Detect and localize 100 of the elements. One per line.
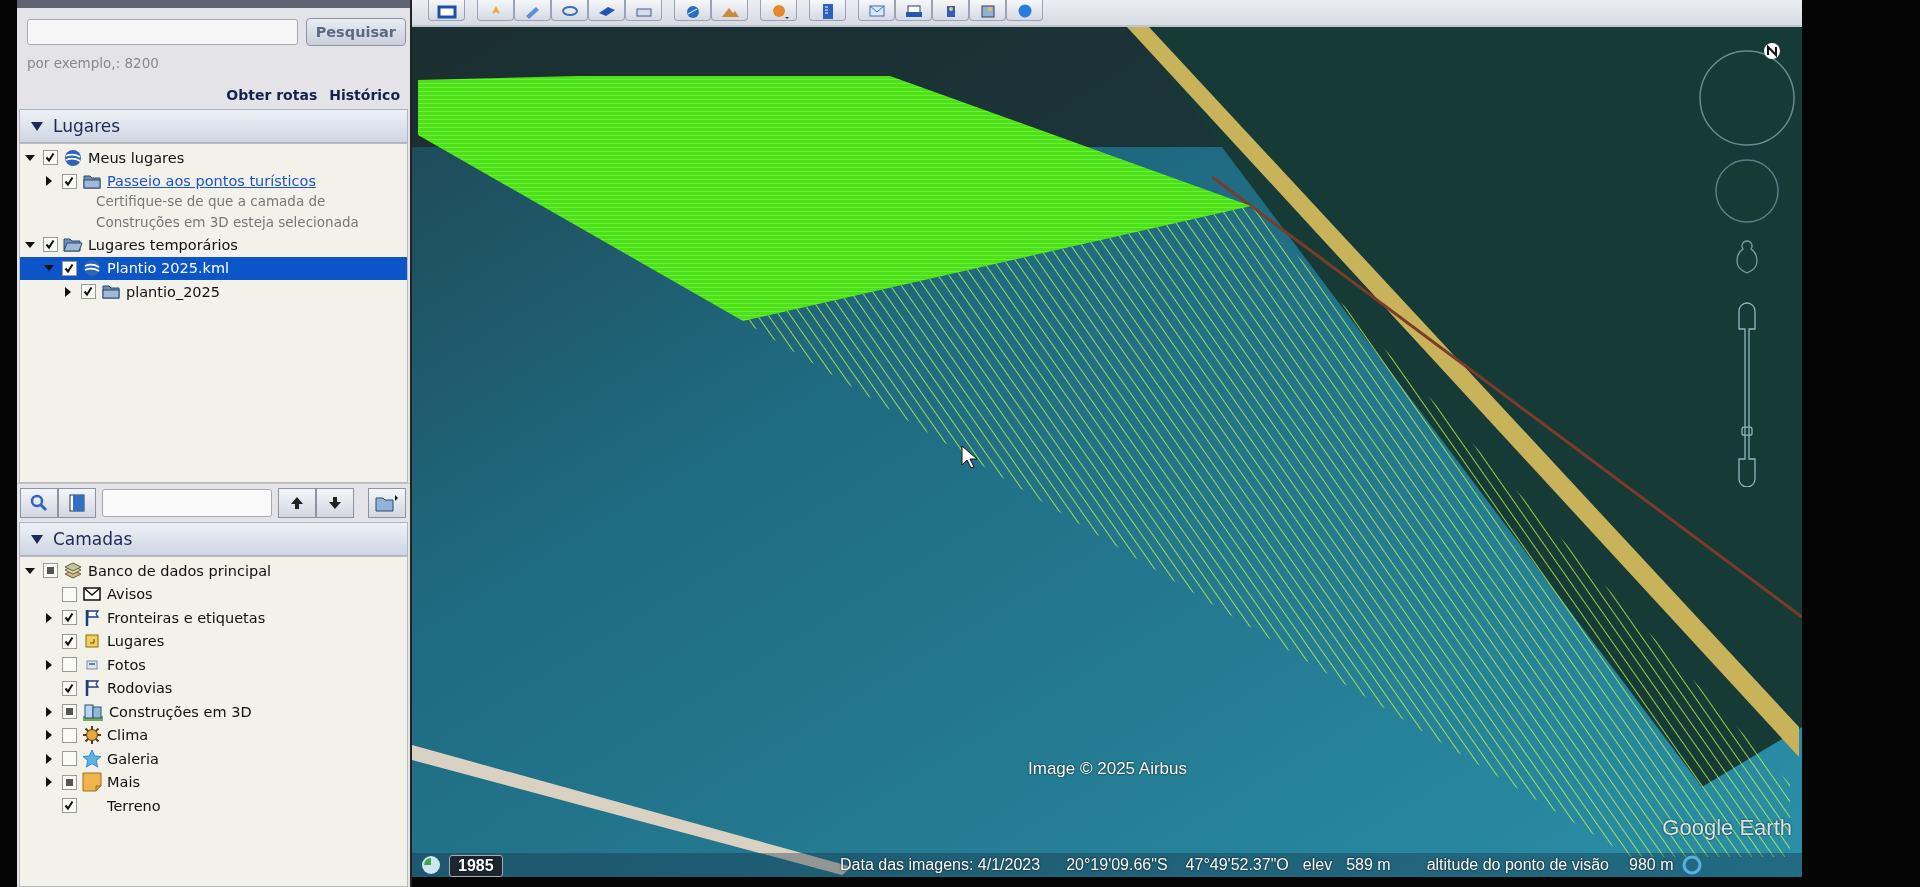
tree-row[interactable]: Mais (20, 770, 407, 794)
tree-row[interactable]: Plantio 2025.kml (20, 256, 407, 280)
longitude: 47°49'52.37"O (1185, 856, 1289, 874)
tree-label: plantio_2025 (126, 283, 221, 300)
tree-label: Avisos (107, 586, 153, 603)
folder-icon (102, 284, 120, 300)
tree-row[interactable]: Fronteiras e etiquetas (20, 606, 407, 630)
directions-link[interactable]: Obter rotas (226, 87, 318, 103)
collapse-arrow-icon[interactable] (30, 533, 44, 545)
checkbox[interactable] (62, 774, 77, 790)
globe-icon (83, 259, 101, 278)
satellite-imagery-drawing[interactable] (412, 27, 1802, 877)
collapse-arrow-icon[interactable] (30, 120, 44, 132)
history-link[interactable]: Histórico (329, 87, 400, 103)
up-arrow-icon (290, 496, 304, 510)
checkbox[interactable] (43, 237, 58, 253)
toolbar-button[interactable] (895, 0, 932, 21)
checkbox[interactable] (62, 680, 77, 696)
year-badge[interactable]: 1985 (449, 855, 503, 877)
flag-icon (84, 679, 100, 698)
checkbox[interactable] (62, 173, 77, 189)
panel-title: Lugares (53, 116, 121, 136)
checkbox[interactable] (62, 704, 77, 720)
latitude: 20°19'09.66"S (1066, 856, 1168, 874)
tree-label: Banco de dados principal (88, 562, 272, 579)
checkbox[interactable] (62, 657, 77, 673)
google-earth-logo: Google Earth (1662, 815, 1792, 841)
tree-row[interactable]: Fotos (20, 653, 407, 677)
panel-header[interactable]: Lugares (19, 109, 408, 143)
tree-row[interactable]: Rodovias (20, 676, 407, 700)
move-up-button[interactable] (278, 488, 316, 518)
search-field[interactable] (27, 19, 298, 45)
elevation: 589 m (1346, 856, 1391, 874)
toolbar-button[interactable] (551, 0, 588, 21)
search-places-button[interactable] (20, 488, 58, 518)
sun-icon (82, 725, 102, 746)
tree-row[interactable]: Passeio aos pontos turísticos (20, 169, 407, 193)
toolbar-button[interactable] (969, 0, 1006, 21)
layers-stack-icon (63, 561, 83, 580)
tree-row[interactable]: Galeria (20, 747, 407, 771)
toolbar-button[interactable] (932, 0, 969, 21)
toolbar-button[interactable] (674, 0, 711, 21)
panel-toggle-button[interactable] (58, 488, 96, 518)
panel-header[interactable]: Camadas (19, 522, 408, 556)
tree-row[interactable]: Avisos (20, 582, 407, 606)
globe-icon (64, 148, 82, 167)
elevation-label: elev (1302, 856, 1333, 874)
tree-row[interactable]: Lugares temporários (20, 233, 407, 257)
checkbox[interactable] (62, 751, 77, 767)
filter-field[interactable] (102, 489, 272, 517)
folder-icon (375, 494, 399, 512)
folder-icon (83, 173, 101, 189)
toolbar-button[interactable] (809, 0, 846, 21)
tree-link[interactable]: Passeio aos pontos turísticos (107, 173, 316, 190)
checkbox[interactable] (81, 284, 96, 300)
placemark-icon (85, 634, 99, 649)
zoom-thumb[interactable] (1741, 426, 1753, 436)
checkbox[interactable] (62, 586, 77, 602)
toolbar-button[interactable] (588, 0, 625, 21)
checkbox[interactable] (62, 798, 77, 814)
tree-row[interactable]: Terreno (20, 794, 407, 818)
building-icon (82, 701, 104, 722)
checkbox[interactable] (43, 563, 58, 579)
checkbox[interactable] (62, 633, 77, 649)
toolbar-button[interactable] (1006, 0, 1043, 21)
tree-row[interactable]: Meus lugares (20, 146, 407, 170)
layer-description: Certifique-se de que a camada de Construções em 3D esteja selecionada (96, 192, 360, 232)
imagery-attribution: Image © 2025 Airbus (1028, 759, 1187, 779)
eye-altitude-label: altitude do ponto de visão (1426, 856, 1609, 874)
add-folder-button[interactable] (368, 488, 406, 518)
eye-altitude: 980 m (1629, 856, 1674, 874)
tree-label: Fotos (107, 656, 146, 673)
tree-label: Plantio 2025.kml (107, 260, 230, 277)
clock-icon[interactable] (420, 854, 442, 876)
tree-label: Meus lugares (88, 149, 185, 166)
tree-label: Galeria (107, 750, 159, 767)
tree-row[interactable]: Lugares (20, 629, 407, 653)
checkbox[interactable] (62, 610, 77, 626)
down-arrow-icon (328, 496, 342, 510)
move-down-button[interactable] (316, 488, 354, 518)
tree-label: Mais (107, 774, 140, 791)
checkbox[interactable] (43, 150, 58, 166)
tree-label: Construções em 3D (109, 703, 252, 720)
search-icon (30, 494, 48, 512)
checkbox[interactable] (62, 260, 77, 276)
star-icon (82, 749, 102, 769)
tree-row[interactable]: Banco de dados principal (20, 559, 407, 583)
note-icon (82, 772, 102, 793)
tree-label: Clima (107, 727, 149, 744)
checkbox[interactable] (62, 727, 77, 743)
panel-icon (68, 494, 86, 512)
toolbar-button[interactable] (428, 0, 465, 21)
tree-label: Lugares (107, 633, 165, 650)
tree-row[interactable]: Clima (20, 723, 407, 747)
photo-icon (86, 658, 98, 671)
tree-row[interactable]: plantio_2025 (20, 280, 407, 304)
open-folder-icon (63, 237, 83, 253)
search-button[interactable]: Pesquisar (305, 18, 406, 46)
tree-row[interactable]: Construções em 3D (20, 700, 407, 724)
streaming-ring-icon (1681, 854, 1704, 876)
